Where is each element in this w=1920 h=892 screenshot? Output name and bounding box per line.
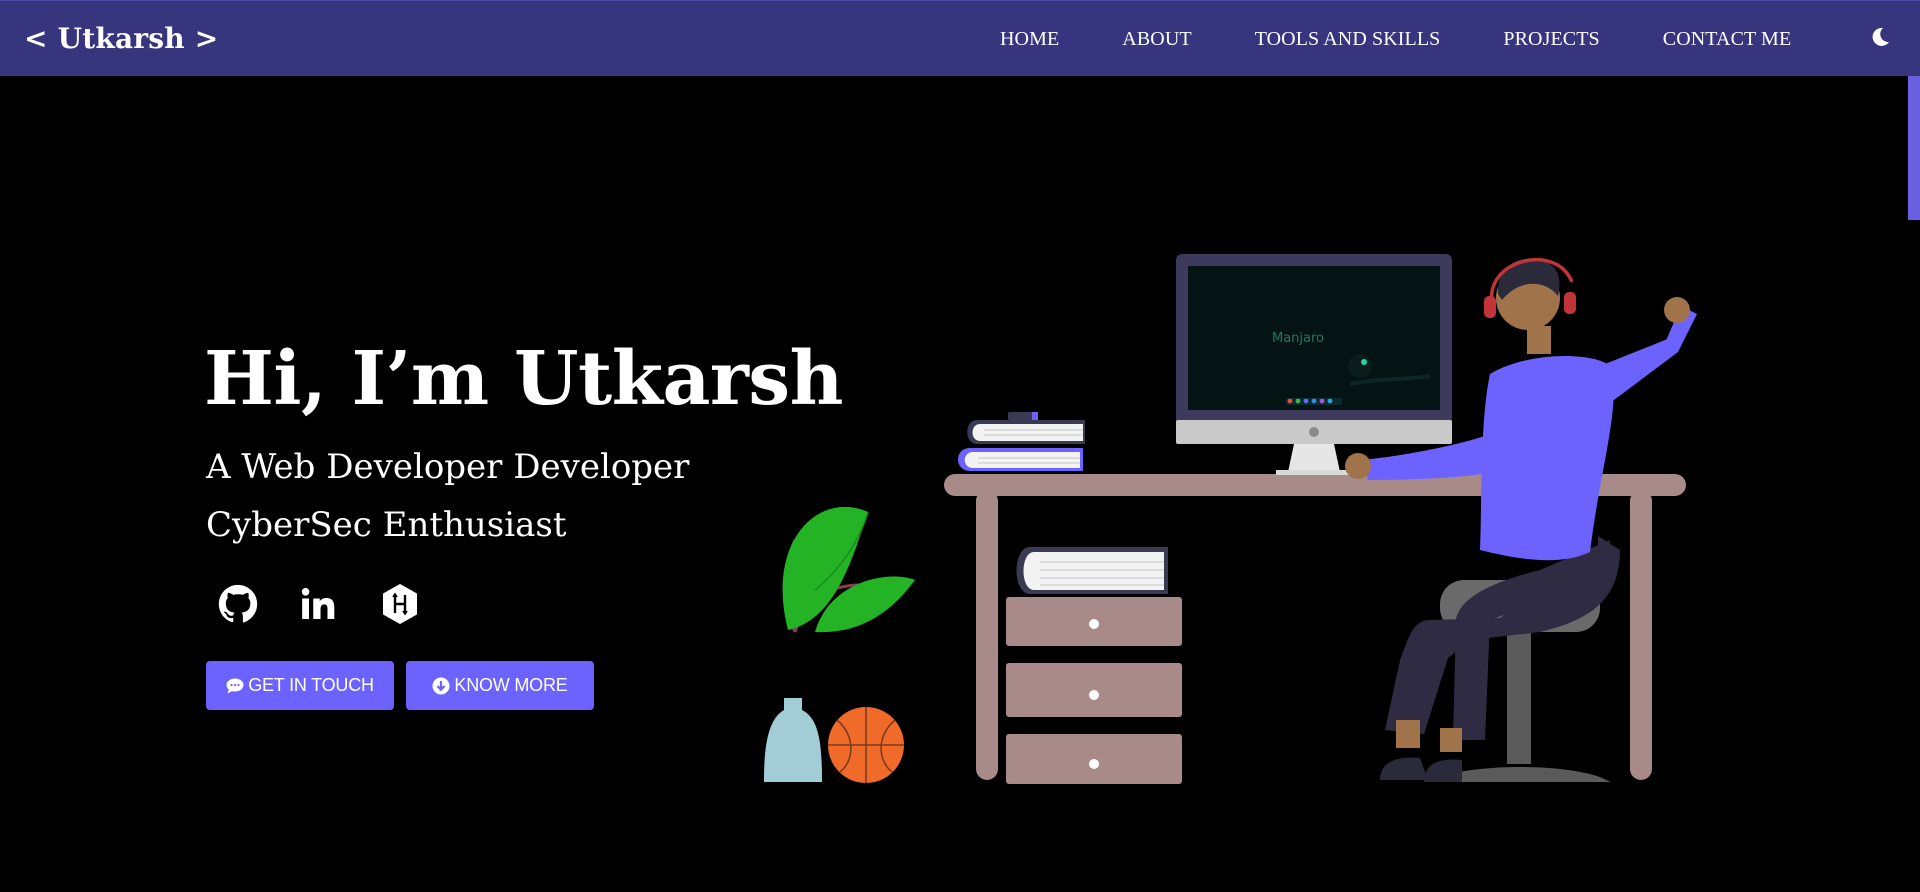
hackerrank-icon[interactable] bbox=[376, 580, 424, 628]
scrollbar-thumb[interactable] bbox=[1908, 76, 1920, 220]
know-more-label: KNOW MORE bbox=[454, 675, 568, 695]
comment-icon bbox=[226, 678, 244, 694]
plant-illustration bbox=[782, 506, 915, 633]
screen-text: Manjaro bbox=[1272, 331, 1324, 346]
book-stack-desk bbox=[958, 412, 1085, 471]
moon-icon[interactable] bbox=[1872, 27, 1892, 49]
brand-logo[interactable]: < Utkarsh > bbox=[24, 1, 218, 77]
drawer-cabinet bbox=[1006, 597, 1182, 784]
computer-monitor: Manjaro bbox=[1176, 254, 1452, 475]
developer-desk-illustration: Manjaro bbox=[764, 254, 1697, 784]
github-icon[interactable] bbox=[214, 580, 262, 628]
book-stack-small bbox=[1016, 547, 1168, 594]
basketball bbox=[828, 707, 904, 783]
nav-link-projects[interactable]: PROJECTS bbox=[1503, 28, 1599, 51]
get-in-touch-button[interactable]: GET IN TOUCH bbox=[206, 661, 394, 710]
know-more-button[interactable]: KNOW MORE bbox=[406, 661, 594, 710]
nav-link-tools-and-skills[interactable]: TOOLS AND SKILLS bbox=[1255, 28, 1441, 51]
get-in-touch-label: GET IN TOUCH bbox=[248, 675, 374, 695]
arrow-circle-down-icon bbox=[432, 677, 450, 695]
linkedin-icon[interactable] bbox=[294, 580, 342, 628]
vase bbox=[764, 698, 822, 782]
nav-links: HOME ABOUT TOOLS AND SKILLS PROJECTS CON… bbox=[1000, 1, 1791, 77]
nav-link-home[interactable]: HOME bbox=[1000, 28, 1059, 51]
nav-link-about[interactable]: ABOUT bbox=[1122, 28, 1191, 51]
navbar: < Utkarsh > HOME ABOUT TOOLS AND SKILLS … bbox=[0, 0, 1920, 76]
hero-subtitle-line2: CyberSec Enthusiast bbox=[206, 505, 567, 545]
nav-link-contact-me[interactable]: CONTACT ME bbox=[1663, 28, 1791, 51]
hero-subtitle-line1: A Web Developer Developer bbox=[206, 447, 690, 487]
